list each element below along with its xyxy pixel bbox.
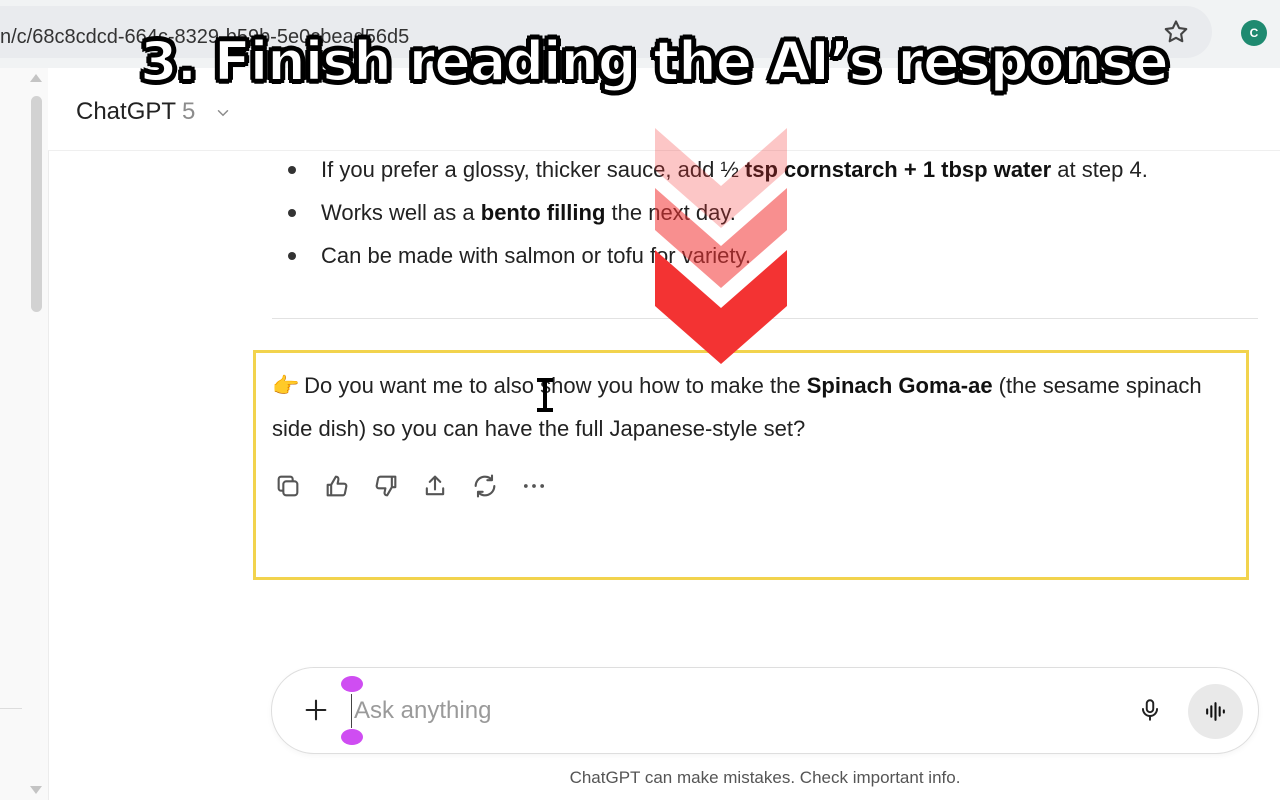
voice-waveform-icon — [1206, 702, 1225, 721]
cursor-highlight-top — [341, 676, 363, 692]
plus-icon[interactable] — [302, 696, 330, 724]
tutorial-step-title: 3. Finish reading the AI’s response — [139, 29, 1170, 94]
sidebar-divider — [0, 708, 22, 709]
composer — [271, 667, 1259, 754]
ask-input[interactable] — [354, 690, 1114, 732]
scroll-up-arrow-icon[interactable] — [30, 74, 42, 82]
model-selector[interactable]: ChatGPT 5 — [76, 98, 195, 126]
voice-mode-button[interactable] — [1188, 684, 1243, 739]
model-version: 5 — [182, 98, 196, 125]
profile-initials: C — [1249, 26, 1259, 40]
scrollbar-thumb[interactable] — [31, 96, 42, 312]
profile-avatar-icon[interactable]: C — [1241, 20, 1267, 46]
highlight-box — [253, 350, 1249, 580]
text-cursor-icon — [537, 378, 553, 412]
microphone-icon[interactable] — [1137, 696, 1163, 724]
down-arrows-icon — [655, 128, 787, 364]
chevron-down-icon[interactable] — [214, 104, 232, 122]
disclaimer: ChatGPT can make mistakes. Check importa… — [569, 768, 961, 787]
cursor-highlight-bottom — [341, 729, 363, 745]
model-name: ChatGPT — [76, 98, 177, 125]
text-caret — [351, 694, 352, 728]
